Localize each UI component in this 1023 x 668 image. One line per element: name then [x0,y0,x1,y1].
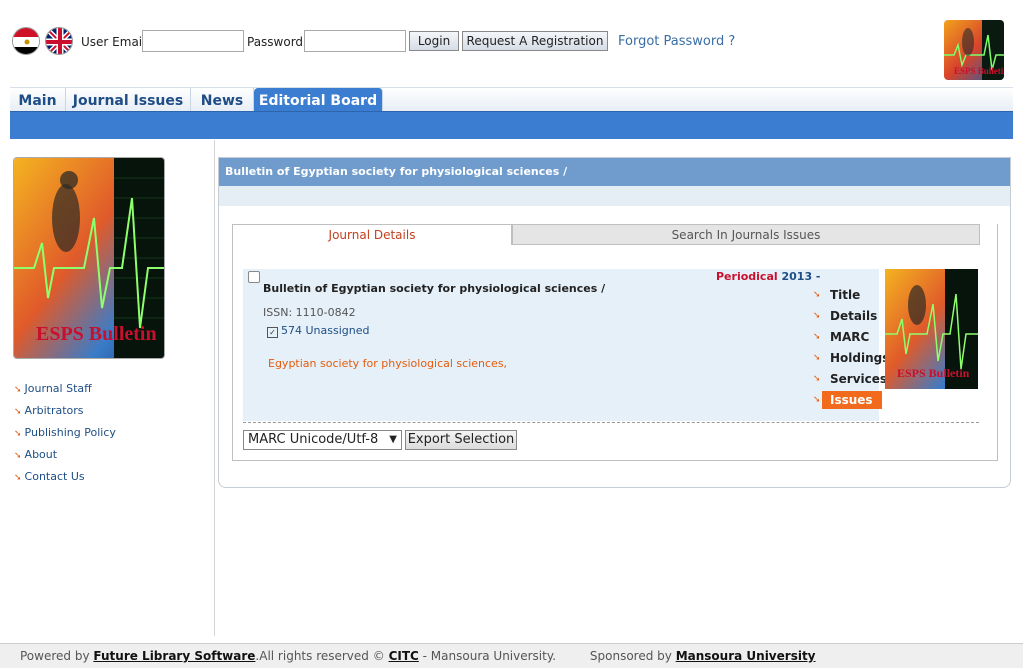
dropdown-caret-icon: ▼ [389,434,397,445]
menu-details[interactable]: ➘ Details [810,307,885,325]
record-title[interactable]: Bulletin of Egyptian society for physiol… [263,282,605,295]
footer-powered-label: Powered by [20,649,90,663]
record-divider [243,422,979,423]
sidebar-item-journal-staff[interactable]: ➘ Journal Staff [14,382,92,395]
record-type: Periodical 2013 - [716,270,821,283]
journal-cover-thumbnail[interactable]: ESPS Bulletin [885,269,978,389]
menu-title[interactable]: ➘ Title [810,286,885,304]
footer-software-link[interactable]: Future Library Software [93,649,255,663]
arrow-icon: ➘ [813,353,821,363]
sidebar-item-label: About [24,448,58,461]
export-selection-button[interactable]: Export Selection [405,430,517,450]
arrow-icon: ➘ [14,407,22,417]
footer-mansoura-text: - Mansoura University. [422,649,557,663]
tab-editorial-board[interactable]: Editorial Board [254,88,383,112]
footer: Powered by Future Library Software.All r… [0,643,1023,668]
record-author[interactable]: Egyptian society for physiological scien… [268,357,507,370]
tab-main[interactable]: Main [10,88,66,112]
nav-tab-strip: Main Journal Issues News Editorial Board [10,87,1013,112]
arrow-icon: ➘ [14,385,22,395]
journal-record: Bulletin of Egyptian society for physiol… [243,269,879,421]
sidebar-item-publishing-policy[interactable]: ➘ Publishing Policy [14,426,116,439]
record-issn: ISSN: 1110-0842 [263,306,356,319]
tab-search-journal-issues[interactable]: Search In Journals Issues [512,224,980,245]
arrow-icon: ➘ [813,290,821,300]
arrow-icon: ➘ [813,311,821,321]
menu-holdings[interactable]: ➘ Holdings [810,349,889,367]
nav-band [10,111,1013,139]
arrow-icon: ➘ [813,374,821,384]
top-bar: User Email : Password : Login Request A … [0,0,1023,86]
arrow-icon: ➘ [14,451,22,461]
arrow-icon: ➘ [14,429,22,439]
classification-label: 574 Unassigned [281,324,370,337]
record-checkbox[interactable] [248,271,260,283]
tab-journal-details[interactable]: Journal Details [232,224,512,245]
arrow-icon: ➘ [14,473,22,483]
menu-item-label: Details [830,309,878,323]
sidebar-item-label: Publishing Policy [24,426,116,439]
password-field[interactable] [304,30,406,52]
sidebar-item-label: Journal Staff [24,382,92,395]
record-type-label: Periodical [716,270,778,283]
menu-item-label: Holdings [830,351,890,365]
menu-item-label: Services [830,372,888,386]
footer-sponsored-label: Sponsored by [589,649,672,663]
menu-item-label: MARC [830,330,870,344]
sidebar-logo-text: ESPS Bulletin [36,323,157,345]
tab-journal-issues[interactable]: Journal Issues [66,88,191,112]
export-format-select[interactable]: MARC Unicode/Utf-8 ▼ [243,430,402,450]
expand-checkbox-icon: ✓ [267,327,278,338]
sidebar-item-about[interactable]: ➘ About [14,448,57,461]
footer-sponsor-link[interactable]: Mansoura University [676,649,816,663]
menu-services[interactable]: ➘ Services [810,370,888,388]
column-divider [214,140,215,636]
panel-subbar [219,186,1010,206]
password-label: Password : [247,35,311,49]
sidebar-item-label: Arbitrators [24,404,84,417]
email-field[interactable] [142,30,244,52]
login-button[interactable]: Login [409,31,459,51]
journal-logo[interactable]: ESPS Bulletin [944,20,1004,80]
svg-text:ESPS Bulletin: ESPS Bulletin [954,66,1004,76]
panel-title: Bulletin of Egyptian society for physiol… [219,158,1010,186]
menu-item-label: Title [830,288,861,302]
svg-text:ESPS Bulletin: ESPS Bulletin [897,366,970,380]
menu-issues[interactable]: Issues [822,391,882,409]
forgot-password-link[interactable]: Forgot Password ? [618,34,735,49]
menu-marc[interactable]: ➘ MARC [810,328,885,346]
sidebar-item-label: Contact Us [24,470,85,483]
sidebar-journal-cover[interactable]: ESPS Bulletin [13,157,165,359]
sidebar-item-contact-us[interactable]: ➘ Contact Us [14,470,85,483]
main-nav: Main Journal Issues News Editorial Board [10,87,1013,139]
egypt-flag-icon[interactable] [12,27,40,55]
journal-panel: Bulletin of Egyptian society for physiol… [218,157,1011,488]
export-format-value: MARC Unicode/Utf-8 [248,432,379,447]
tab-news[interactable]: News [191,88,254,112]
footer-citc-link[interactable]: CITC [389,649,419,663]
sidebar-item-arbitrators[interactable]: ➘ Arbitrators [14,404,84,417]
arrow-icon: ➘ [813,395,821,405]
record-year: 2013 - [781,270,821,283]
record-classification[interactable]: ✓ 574 Unassigned [267,324,369,338]
arrow-icon: ➘ [813,332,821,342]
registration-button[interactable]: Request A Registration [462,31,608,51]
footer-rights: .All rights reserved © [255,649,385,663]
uk-flag-icon[interactable] [45,27,73,55]
